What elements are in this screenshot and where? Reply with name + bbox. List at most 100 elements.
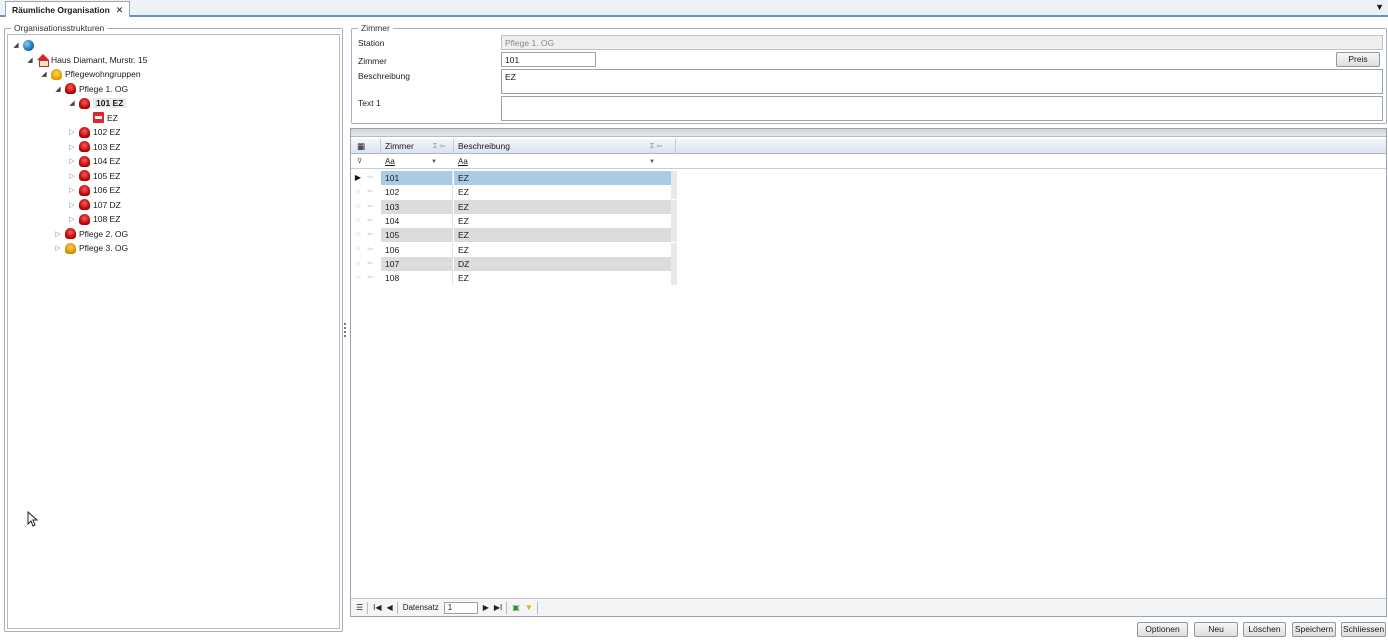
pin-row-icon[interactable]: ⇦ <box>365 200 375 214</box>
chevron-down-icon[interactable]: ▼ <box>431 156 437 168</box>
tree-node[interactable]: ▷ 103 EZ <box>68 140 120 154</box>
prev-record-button[interactable]: ◀ <box>387 602 393 614</box>
sum-icon[interactable]: Σ ⇦ <box>433 139 445 154</box>
cell-beschreibung[interactable]: EZ <box>454 199 671 214</box>
collapse-arrow-icon[interactable]: ◢ <box>54 85 62 93</box>
cell-zimmer[interactable]: 103 <box>381 199 453 214</box>
close-icon[interactable]: ✕ <box>116 3 124 17</box>
pin-row-icon[interactable]: ⇦ <box>365 171 375 185</box>
cell-zimmer[interactable]: 106 <box>381 242 453 257</box>
cell-beschreibung[interactable]: DZ <box>454 256 671 271</box>
tree-node[interactable]: ▷ 105 EZ <box>68 169 120 183</box>
row-indicator-icon[interactable]: ○ <box>353 243 363 257</box>
neu-button[interactable]: Neu <box>1194 622 1238 637</box>
cell-beschreibung[interactable]: EZ <box>454 271 671 285</box>
beschreibung-field[interactable]: EZ <box>501 69 1383 94</box>
tree-node[interactable]: ◢ Haus Diamant, Murstr. 15 <box>26 53 147 67</box>
tree-node[interactable]: ▷ 107 DZ <box>68 198 121 212</box>
table-row[interactable]: ○ ⇦ 104 EZ <box>351 213 681 228</box>
tree-node[interactable]: ◢ Pflegewohngruppen <box>40 67 141 81</box>
table-row[interactable]: ▶ ⇦ 101 EZ <box>351 171 681 185</box>
preis-button[interactable]: Preis <box>1336 52 1380 67</box>
tree-node[interactable]: ▷ 102 EZ <box>68 125 120 139</box>
expand-arrow-icon[interactable]: ▷ <box>68 186 76 194</box>
expand-arrow-icon[interactable]: ▷ <box>54 230 62 238</box>
first-record-button[interactable]: I◀ <box>373 602 381 614</box>
speichern-button[interactable]: Speichern <box>1292 622 1336 637</box>
pin-row-icon[interactable]: ⇦ <box>365 243 375 257</box>
tree-node[interactable]: ▷ Pflege 3. OG <box>54 241 128 255</box>
table-row[interactable]: ○ ⇦ 108 EZ <box>351 271 681 286</box>
filter-zimmer[interactable]: Aa <box>381 156 395 168</box>
tree-node[interactable]: ▷ 108 EZ <box>68 212 120 226</box>
record-number-input[interactable]: 1 <box>443 601 478 614</box>
sum-icon[interactable]: Σ ⇦ <box>650 139 662 154</box>
organisation-tree[interactable]: ◢ ◢ Haus Diamant, Murstr. 15 ◢ Pflegewohngru… <box>7 34 340 629</box>
pin-row-icon[interactable]: ⇦ <box>365 214 375 228</box>
cell-beschreibung[interactable]: EZ <box>454 243 671 257</box>
loeschen-button[interactable]: Löschen <box>1243 622 1286 637</box>
pin-row-icon[interactable]: ⇦ <box>365 271 375 285</box>
pin-row-icon[interactable]: ⇦ <box>365 228 375 242</box>
row-indicator-icon[interactable]: ○ <box>353 271 363 285</box>
expand-arrow-icon[interactable]: ▷ <box>68 172 76 180</box>
column-chooser-icon[interactable]: ▦ <box>351 139 381 154</box>
expand-arrow-icon[interactable]: ▷ <box>54 244 62 252</box>
navigator-menu-icon[interactable]: ☰ <box>356 602 363 614</box>
cell-zimmer[interactable]: 102 <box>381 185 453 200</box>
tree-node[interactable]: EZ <box>82 111 118 125</box>
expand-arrow-icon[interactable]: ▷ <box>68 157 76 165</box>
filter-beschreibung[interactable]: Aa <box>454 156 468 168</box>
row-indicator-icon[interactable]: ○ <box>353 200 363 214</box>
tree-node[interactable]: ▷ 104 EZ <box>68 154 120 168</box>
cell-zimmer[interactable]: 101 <box>381 171 453 185</box>
zimmer-field[interactable]: 101 <box>501 52 596 67</box>
collapse-arrow-icon[interactable]: ◢ <box>12 41 20 49</box>
cell-beschreibung[interactable]: EZ <box>454 185 671 199</box>
tree-node[interactable]: ◢ 101 EZ <box>68 96 127 110</box>
schliessen-button[interactable]: Schliessen <box>1341 622 1386 637</box>
row-indicator-icon[interactable]: ○ <box>353 214 363 228</box>
table-row[interactable]: ○ ⇦ 105 EZ <box>351 228 681 243</box>
tab-menu-dropdown-icon[interactable]: ▼ <box>1375 2 1384 12</box>
tree-node[interactable]: ◢ Pflege 1. OG <box>54 82 128 96</box>
collapse-arrow-icon[interactable]: ◢ <box>40 70 48 78</box>
filter-funnel-icon[interactable]: ▼ <box>525 602 533 614</box>
collapse-arrow-icon[interactable]: ◢ <box>68 99 76 107</box>
cell-zimmer[interactable]: 104 <box>381 213 453 228</box>
cell-beschreibung[interactable]: EZ <box>454 214 671 228</box>
collapse-arrow-icon[interactable]: ◢ <box>26 56 34 64</box>
cell-zimmer[interactable]: 107 <box>381 256 453 271</box>
tree-node[interactable]: ◢ <box>12 38 37 52</box>
table-row[interactable]: ○ ⇦ 107 DZ <box>351 256 681 271</box>
pin-row-icon[interactable]: ⇦ <box>365 185 375 199</box>
cell-zimmer[interactable]: 108 <box>381 271 453 286</box>
row-indicator-icon[interactable]: ○ <box>353 257 363 271</box>
pin-row-icon[interactable]: ⇦ <box>365 257 375 271</box>
optionen-button[interactable]: Optionen <box>1137 622 1188 637</box>
row-indicator-icon[interactable]: ○ <box>353 228 363 242</box>
chevron-down-icon[interactable]: ▼ <box>649 156 655 168</box>
expand-arrow-icon[interactable]: ▷ <box>68 128 76 136</box>
tab-raeumliche-organisation[interactable]: Räumliche Organisation ✕ <box>5 1 131 17</box>
column-header-beschreibung[interactable]: Beschreibung <box>454 139 676 154</box>
expand-arrow-icon[interactable]: ▷ <box>68 201 76 209</box>
cell-beschreibung[interactable]: EZ <box>454 171 671 185</box>
expand-arrow-icon[interactable]: ▷ <box>68 143 76 151</box>
tree-node[interactable]: ▷ Pflege 2. OG <box>54 227 128 241</box>
cell-zimmer[interactable]: 105 <box>381 228 453 243</box>
current-row-indicator-icon[interactable]: ▶ <box>353 171 363 185</box>
next-record-button[interactable]: ▶ <box>483 602 489 614</box>
expand-arrow-icon[interactable]: ▷ <box>68 215 76 223</box>
row-indicator-icon[interactable]: ○ <box>353 185 363 199</box>
text1-field[interactable] <box>501 96 1383 121</box>
tree-node[interactable]: ▷ 106 EZ <box>68 183 120 197</box>
table-row[interactable]: ○ ⇦ 106 EZ <box>351 242 681 257</box>
table-row[interactable]: ○ ⇦ 103 EZ <box>351 199 681 214</box>
filter-icon[interactable]: ⊽ <box>353 156 362 168</box>
excel-export-icon[interactable]: ▣ <box>512 602 520 614</box>
splitter-grip[interactable] <box>344 323 347 337</box>
cell-beschreibung[interactable]: EZ <box>454 228 671 243</box>
last-record-button[interactable]: ▶I <box>494 602 502 614</box>
table-row[interactable]: ○ ⇦ 102 EZ <box>351 185 681 200</box>
